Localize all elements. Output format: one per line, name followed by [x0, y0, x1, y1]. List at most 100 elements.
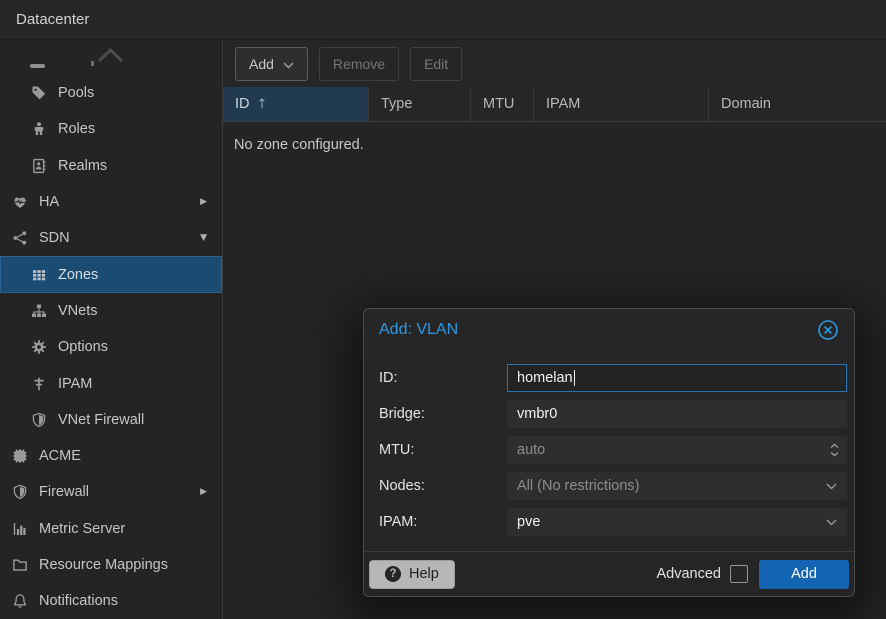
sidebar-item-label: Options [58, 339, 108, 355]
sidebar-item-label: Roles [58, 121, 95, 137]
proxmox-app: Datacenter Pools Roles Real [0, 0, 886, 619]
partial-text-fragment [91, 61, 94, 66]
sidebar-item-label: Resource Mappings [39, 557, 168, 573]
column-header-id[interactable]: ID ↑ [223, 87, 369, 121]
close-icon[interactable] [817, 319, 839, 341]
submit-add-label: Add [791, 566, 817, 582]
ipam-field-label: IPAM: [379, 514, 507, 530]
advanced-label: Advanced [657, 566, 722, 582]
chevron-down-icon [826, 478, 837, 494]
certificate-icon [10, 448, 30, 464]
dialog-body: ID: homelan Bridge: vmbr0 MTU: auto [364, 351, 854, 536]
tags-icon [29, 85, 49, 101]
help-button[interactable]: ? Help [369, 560, 455, 589]
edit-button[interactable]: Edit [410, 47, 462, 81]
dialog-header[interactable]: Add: VLAN [364, 309, 854, 351]
mtu-spinner[interactable]: auto [507, 436, 847, 464]
page-title: Datacenter [16, 11, 89, 28]
sidebar-item-label: VNets [58, 303, 98, 319]
nodes-field-label: Nodes: [379, 478, 507, 494]
chevron-right-icon: ▶ [200, 487, 207, 497]
id-input[interactable]: homelan [507, 364, 847, 392]
grid-icon [29, 267, 49, 283]
sidebar-item-firewall[interactable]: Firewall ▶ [0, 474, 222, 510]
sidebar-item-label: Pools [58, 85, 94, 101]
sidebar-item-ipam[interactable]: IPAM [0, 365, 222, 401]
zones-table-header: ID ↑ Type MTU IPAM Domain [223, 87, 886, 122]
column-header-type[interactable]: Type [369, 87, 471, 121]
text-cursor [574, 370, 575, 386]
sidebar-item-partial[interactable] [0, 40, 222, 75]
column-label: MTU [483, 96, 514, 112]
ipam-select-value: pve [517, 514, 540, 530]
column-label: ID [235, 96, 250, 112]
network-icon [10, 230, 30, 246]
add-button-label: Add [249, 56, 274, 72]
column-header-domain[interactable]: Domain [709, 87, 886, 121]
id-input-value: homelan [517, 370, 573, 386]
shield-icon [10, 484, 30, 500]
partial-icon [30, 64, 45, 68]
spinner-down-icon[interactable] [830, 452, 839, 457]
sidebar-item-label: Realms [58, 158, 107, 174]
question-circle-icon: ? [385, 566, 401, 582]
sidebar-item-label: IPAM [58, 376, 92, 392]
add-vlan-dialog: Add: VLAN ID: homelan Bridge: vmbr0 MTU: [363, 308, 855, 597]
column-header-ipam[interactable]: IPAM [534, 87, 709, 121]
user-icon [29, 121, 49, 137]
bridge-input[interactable]: vmbr0 [507, 400, 847, 428]
bridge-field-label: Bridge: [379, 406, 507, 422]
chevron-up-icon [97, 46, 124, 66]
ipam-icon [29, 376, 49, 392]
sidebar-item-roles[interactable]: Roles [0, 111, 222, 147]
mtu-placeholder-value: auto [517, 442, 545, 458]
sidebar-item-sdn[interactable]: SDN ▼ [0, 220, 222, 256]
ipam-select[interactable]: pve [507, 508, 847, 536]
sidebar-tree: Pools Roles Realms HA ▶ SDN [0, 40, 223, 619]
sidebar-item-ha[interactable]: HA ▶ [0, 184, 222, 220]
sitemap-icon [29, 303, 49, 319]
help-button-label: Help [409, 566, 439, 582]
nodes-placeholder-value: All (No restrictions) [517, 478, 639, 494]
sidebar-item-label: HA [39, 194, 59, 210]
bridge-input-value: vmbr0 [517, 406, 557, 422]
column-header-mtu[interactable]: MTU [471, 87, 534, 121]
chevron-right-icon: ▶ [200, 197, 207, 207]
field-row-ipam: IPAM: pve [379, 508, 847, 536]
chevron-down-icon [826, 514, 837, 530]
field-row-bridge: Bridge: vmbr0 [379, 400, 847, 428]
submit-add-button[interactable]: Add [759, 560, 849, 589]
sidebar-item-metric-server[interactable]: Metric Server [0, 511, 222, 547]
titlebar: Datacenter [0, 0, 886, 40]
empty-table-message: No zone configured. [223, 122, 886, 168]
field-row-mtu: MTU: auto [379, 436, 847, 464]
add-button[interactable]: Add [235, 47, 308, 81]
sidebar-item-label: ACME [39, 448, 81, 464]
bar-chart-icon [10, 521, 30, 537]
sidebar-item-vnet-firewall[interactable]: VNet Firewall [0, 402, 222, 438]
sidebar-item-label: Zones [58, 267, 98, 283]
address-book-icon [29, 158, 49, 174]
nodes-select[interactable]: All (No restrictions) [507, 472, 847, 500]
sidebar-item-options[interactable]: Options [0, 329, 222, 365]
sidebar-item-vnets[interactable]: VNets [0, 293, 222, 329]
dialog-footer: ? Help Advanced Add [364, 551, 854, 596]
sidebar-item-notifications[interactable]: Notifications [0, 583, 222, 619]
sidebar-item-realms[interactable]: Realms [0, 148, 222, 184]
remove-button-label: Remove [333, 56, 385, 72]
folder-icon [10, 557, 30, 573]
sidebar-item-zones[interactable]: Zones [0, 256, 222, 292]
column-label: Type [381, 96, 412, 112]
dialog-title: Add: VLAN [379, 321, 458, 339]
remove-button[interactable]: Remove [319, 47, 399, 81]
spinner-buttons [830, 444, 839, 457]
sidebar-item-resource-mappings[interactable]: Resource Mappings [0, 547, 222, 583]
spinner-up-icon[interactable] [830, 444, 839, 449]
advanced-checkbox[interactable] [730, 565, 748, 583]
sidebar-item-acme[interactable]: ACME [0, 438, 222, 474]
column-label: IPAM [546, 96, 580, 112]
field-row-id: ID: homelan [379, 364, 847, 392]
sidebar-item-pools[interactable]: Pools [0, 75, 222, 111]
zones-toolbar: Add Remove Edit [223, 40, 886, 87]
sidebar-item-label: SDN [39, 230, 70, 246]
